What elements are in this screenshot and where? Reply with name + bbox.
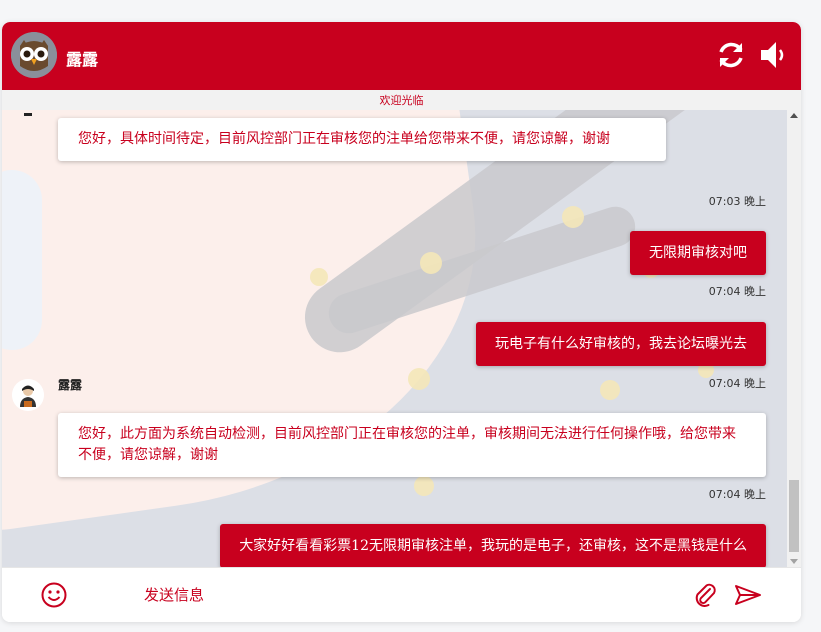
scroll-up-arrow-icon[interactable] [790, 113, 798, 118]
refresh-icon[interactable] [715, 39, 747, 71]
agent-avatar [11, 32, 57, 78]
message-time: 07:04 晚上 [708, 488, 766, 501]
message-input[interactable] [144, 582, 664, 608]
emoji-icon[interactable] [39, 580, 69, 610]
background-dot [562, 206, 584, 228]
background-dot [310, 268, 328, 286]
agent-name: 露露 [66, 50, 99, 69]
background-dot [408, 368, 430, 390]
welcome-banner: 欢迎光临 [2, 90, 801, 110]
paperclip-icon[interactable] [690, 580, 720, 610]
message-bubble-incoming: 您好，此方面为系统自动检测，目前风控部门正在审核您的注单，审核期间无法进行任何操… [58, 413, 766, 477]
message-time: 07:03 晚上 [708, 195, 766, 208]
chat-header: 露露 [2, 22, 801, 90]
scroll-down-arrow-icon[interactable] [790, 559, 798, 564]
background-dot [420, 252, 442, 274]
message-scrollbar[interactable] [787, 110, 801, 567]
clipped-content [24, 113, 32, 116]
sender-name: 露露 [58, 378, 83, 392]
background-dot [414, 476, 434, 496]
speaker-icon[interactable] [758, 39, 790, 71]
person-avatar-icon [12, 379, 44, 411]
chat-window: 露露 欢迎光临 您好，具体时间待定，目前风控部门正在审核您的注单给您带来不便，请… [2, 22, 801, 622]
background-dot [600, 380, 620, 400]
message-bubble-outgoing: 玩电子有什么好审核的，我去论坛曝光去 [476, 322, 766, 366]
chat-footer [2, 567, 801, 622]
scrollbar-thumb[interactable] [789, 480, 799, 552]
background-shape [2, 170, 42, 350]
message-bubble-outgoing: 无限期审核对吧 [630, 231, 766, 275]
message-bubble-outgoing: 大家好好看看彩票12无限期审核注单，我玩的是电子，还审核，这不是黑钱是什么 [220, 524, 766, 567]
message-time: 07:04 晚上 [708, 377, 766, 390]
message-list[interactable]: 您好，具体时间待定，目前风控部门正在审核您的注单给您带来不便，请您谅解，谢谢 0… [2, 110, 787, 567]
message-bubble-incoming: 您好，具体时间待定，目前风控部门正在审核您的注单给您带来不便，请您谅解，谢谢 [58, 118, 666, 161]
owl-avatar-icon [11, 32, 57, 78]
agent-avatar-small [12, 379, 44, 411]
message-time: 07:04 晚上 [708, 285, 766, 298]
send-icon[interactable] [733, 580, 763, 610]
